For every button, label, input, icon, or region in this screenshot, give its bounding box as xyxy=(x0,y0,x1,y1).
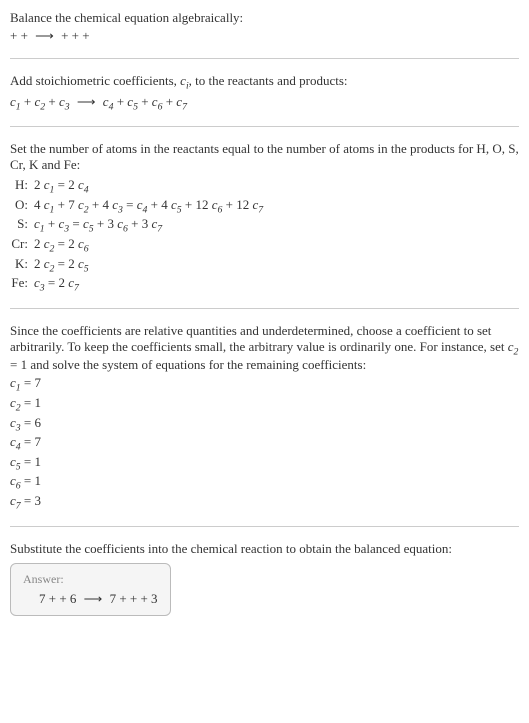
coeff-row: c2 = 1 xyxy=(10,395,519,414)
coeff-val: 6 xyxy=(35,415,42,430)
answer-rhs: 7 + + + 3 xyxy=(110,591,158,606)
coeff-val: 7 xyxy=(35,375,42,390)
answer-box: Answer: 7 + + 6 ⟶ 7 + + + 3 xyxy=(10,563,171,616)
atoms-section: Set the number of atoms in the reactants… xyxy=(10,141,519,294)
coeff-row: c1 = 7 xyxy=(10,375,519,394)
coeff-row: c3 = 6 xyxy=(10,415,519,434)
atom-eq: 2 c2 = 2 c6 xyxy=(34,236,519,255)
answer-equation: 7 + + 6 ⟶ 7 + + + 3 xyxy=(23,591,158,607)
atom-row: S: c1 + c3 = c5 + 3 c6 + 3 c7 xyxy=(10,216,519,235)
coeff-val: 1 xyxy=(35,395,42,410)
atom-table: H: 2 c1 = 2 c4 O: 4 c1 + 7 c2 + 4 c3 = c… xyxy=(10,177,519,294)
atom-label: O: xyxy=(10,197,34,213)
atom-row: H: 2 c1 = 2 c4 xyxy=(10,177,519,196)
coeff-row: c5 = 1 xyxy=(10,454,519,473)
coeff-row: c4 = 7 xyxy=(10,434,519,453)
atom-label: Cr: xyxy=(10,236,34,252)
atom-row: Cr: 2 c2 = 2 c6 xyxy=(10,236,519,255)
coeff-list: c1 = 7 c2 = 1 c3 = 6 c4 = 7 c5 = 1 c6 = … xyxy=(10,375,519,511)
intro-text: Balance the chemical equation algebraica… xyxy=(10,10,519,26)
stoich-after: , to the reactants and products: xyxy=(189,73,348,88)
divider xyxy=(10,308,519,309)
atom-eq: c1 + c3 = c5 + 3 c6 + 3 c7 xyxy=(34,216,519,235)
arrow-icon: ⟶ xyxy=(77,94,96,110)
atom-row: Fe: c3 = 2 c7 xyxy=(10,275,519,294)
stoich-intro: Add stoichiometric coefficients, ci, to … xyxy=(10,73,519,92)
atom-eq: 4 c1 + 7 c2 + 4 c3 = c4 + 4 c5 + 12 c6 +… xyxy=(34,197,519,216)
arrow-icon: ⟶ xyxy=(35,28,54,44)
stoich-section: Add stoichiometric coefficients, ci, to … xyxy=(10,73,519,112)
atom-label: K: xyxy=(10,256,34,272)
coeff-val: 3 xyxy=(35,493,42,508)
atom-label: S: xyxy=(10,216,34,232)
atom-row: O: 4 c1 + 7 c2 + 4 c3 = c4 + 4 c5 + 12 c… xyxy=(10,197,519,216)
tmpl-rhs: + + + xyxy=(61,28,90,43)
atom-eq: 2 c1 = 2 c4 xyxy=(34,177,519,196)
divider xyxy=(10,58,519,59)
stoich-equation: c1 + c2 + c3 ⟶ c4 + c5 + c6 + c7 xyxy=(10,94,519,113)
template-equation: + + ⟶ + + + xyxy=(10,28,519,44)
atom-row: K: 2 c2 = 2 c5 xyxy=(10,256,519,275)
coeff-val: 1 xyxy=(35,473,42,488)
coeff-row: c6 = 1 xyxy=(10,473,519,492)
divider xyxy=(10,126,519,127)
atom-label: Fe: xyxy=(10,275,34,291)
atom-label: H: xyxy=(10,177,34,193)
coeff-row: c7 = 3 xyxy=(10,493,519,512)
stoich-intro-text: Add stoichiometric coefficients, xyxy=(10,73,180,88)
answer-label: Answer: xyxy=(23,572,158,587)
stoich-rhs: c4 + c5 + c6 + c7 xyxy=(103,94,187,109)
coeff-val: 1 xyxy=(35,454,42,469)
subst-intro: Substitute the coefficients into the che… xyxy=(10,541,519,557)
coeff-val: 7 xyxy=(35,434,42,449)
tmpl-lhs: + + xyxy=(10,28,31,43)
under-para: Since the coefficients are relative quan… xyxy=(10,323,519,374)
atom-eq: 2 c2 = 2 c5 xyxy=(34,256,519,275)
stoich-lhs: c1 + c2 + c3 xyxy=(10,94,73,109)
divider xyxy=(10,526,519,527)
atom-eq: c3 = 2 c7 xyxy=(34,275,519,294)
atoms-intro: Set the number of atoms in the reactants… xyxy=(10,141,519,173)
underdetermined-section: Since the coefficients are relative quan… xyxy=(10,323,519,512)
substitute-section: Substitute the coefficients into the che… xyxy=(10,541,519,616)
arrow-icon: ⟶ xyxy=(84,591,103,607)
intro-section: Balance the chemical equation algebraica… xyxy=(10,10,519,44)
answer-lhs: 7 + + 6 xyxy=(39,591,80,606)
